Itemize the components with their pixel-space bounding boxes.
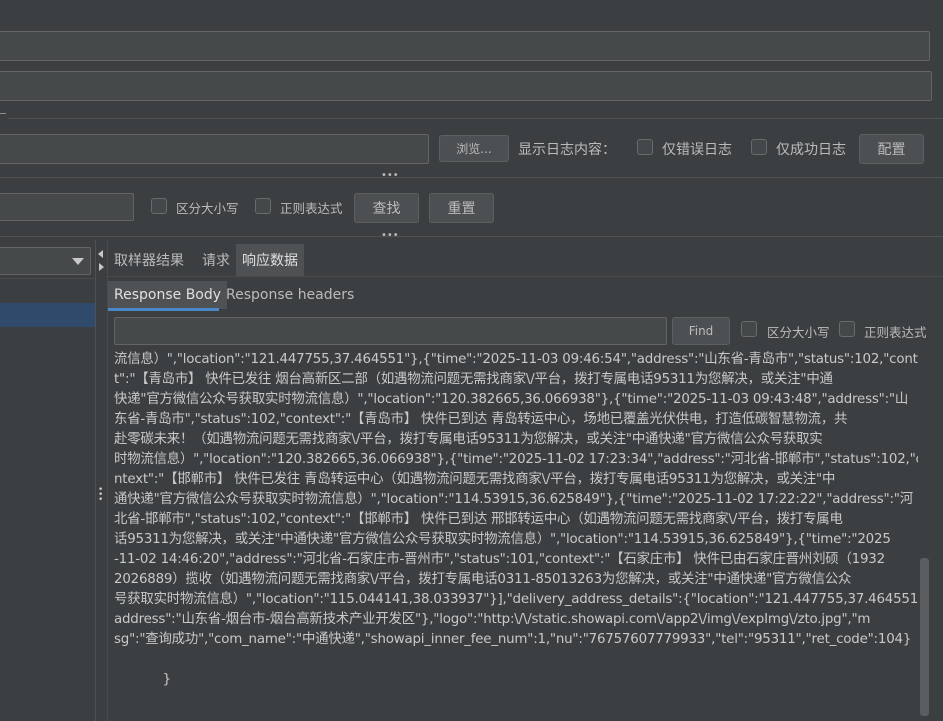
body-line: 2026889）揽收（如遇物流问题无需找商家\/平台，拨打专属电话0311-85… (114, 572, 852, 587)
response-body-text[interactable]: 流信息）","location":"121.447755,37.464551"}… (114, 350, 918, 712)
splitter-line-1 (0, 177, 943, 178)
tab-request[interactable]: 请求 (196, 248, 236, 272)
chevron-down-icon (72, 258, 84, 265)
show-log-label: 显示日志内容： (518, 142, 616, 158)
case-sensitive-checkbox[interactable] (151, 198, 167, 214)
body-line: 时物流信息）","location":"120.382665,36.066938… (114, 452, 918, 467)
reset-button[interactable]: 重置 (429, 193, 494, 223)
errors-only-checkbox[interactable] (637, 139, 653, 155)
file-name-field-2[interactable] (0, 71, 932, 101)
section-separator (8, 118, 943, 119)
search-input[interactable] (0, 193, 134, 221)
body-line: 赴零碳未来！（如遇物流问题无需找商家\/平台，拨打专属电话95311为您解决，或… (114, 432, 823, 447)
body-find-input[interactable] (114, 317, 667, 345)
body-line (114, 650, 918, 670)
body-line: 通快递"官方微信公众号获取实时物流信息）","location":"114.53… (114, 492, 913, 507)
find-button[interactable]: 查找 (354, 193, 419, 223)
body-regex-label: 正则表达式 (864, 325, 927, 340)
tab-sampler-result[interactable]: 取样器结果 (108, 248, 190, 272)
success-only-label: 仅成功日志 (776, 142, 846, 158)
errors-only-label: 仅错误日志 (662, 142, 732, 158)
body-regex-checkbox[interactable] (839, 321, 855, 337)
success-only-checkbox[interactable] (751, 139, 767, 155)
left-panel-separator (0, 278, 96, 279)
body-line: ntext":"【邯郸市】 快件已发往 青岛转运中心（如遇物流问题无需找商家\/… (114, 472, 836, 487)
result-tree-selected-row[interactable] (0, 303, 95, 327)
splitter-handle-2[interactable]: ••• (381, 231, 399, 241)
tab-response-data[interactable]: 响应数据 (236, 244, 304, 276)
body-case-checkbox[interactable] (741, 321, 757, 337)
config-button[interactable]: 配置 (859, 134, 924, 164)
browse-button[interactable]: 浏览... (439, 135, 509, 162)
regex-label: 正则表达式 (280, 201, 343, 216)
subtab-response-body[interactable]: Response Body (108, 281, 228, 309)
body-line: 流信息）","location":"121.447755,37.464551"}… (114, 352, 918, 367)
body-line: address":"山东省-烟台市-烟台高新技术产业开发区"},"logo":"… (114, 612, 871, 627)
body-line: } (114, 672, 172, 687)
splitter-line-2 (0, 236, 943, 237)
body-line: 号获取实时物流信息）","location":"115.044141,38.03… (114, 592, 918, 607)
left-panel-border (95, 240, 96, 721)
body-line: 东省-青岛市","status":102,"context":"【青岛市】 快件… (114, 412, 848, 427)
file-name-field-1[interactable] (0, 31, 930, 61)
collapse-left-arrow-icon[interactable] (98, 250, 103, 258)
response-scrollbar-thumb[interactable] (920, 558, 929, 716)
collapse-right-arrow-icon[interactable] (99, 263, 104, 271)
body-line: sg":"查询成功","com_name":"中通快递","showapi_in… (114, 632, 912, 647)
body-line: 快递"官方微信公众号获取实时物流信息）","location":"120.382… (114, 392, 909, 407)
right-panel-border (107, 240, 108, 721)
splitter-handle-1[interactable]: ••• (381, 171, 399, 181)
section-edge (0, 113, 6, 114)
tabs-underline (108, 276, 943, 277)
subtab-active-indicator (108, 308, 219, 311)
vertical-splitter-handle[interactable]: • • • (98, 486, 103, 505)
regex-checkbox[interactable] (255, 198, 271, 214)
log-file-input[interactable] (0, 134, 429, 164)
body-find-button[interactable]: Find (672, 317, 730, 345)
body-line: t":"【青岛市】 快件已发往 烟台高新区二部（如遇物流问题无需找商家\/平台，… (114, 372, 833, 387)
subtab-response-headers[interactable]: Response headers (220, 281, 360, 309)
case-sensitive-label: 区分大小写 (176, 201, 239, 216)
body-line: -11-02 14:46:20","address":"河北省-石家庄市-晋州市… (114, 552, 885, 567)
body-line: 话95311为您解决，或关注"中通快递"官方微信公众号获取实时物流信息）","l… (114, 532, 891, 547)
body-case-label: 区分大小写 (767, 325, 830, 340)
body-line: 北省-邯郸市","status":102,"context":"【邯郸市】 快件… (114, 512, 843, 527)
